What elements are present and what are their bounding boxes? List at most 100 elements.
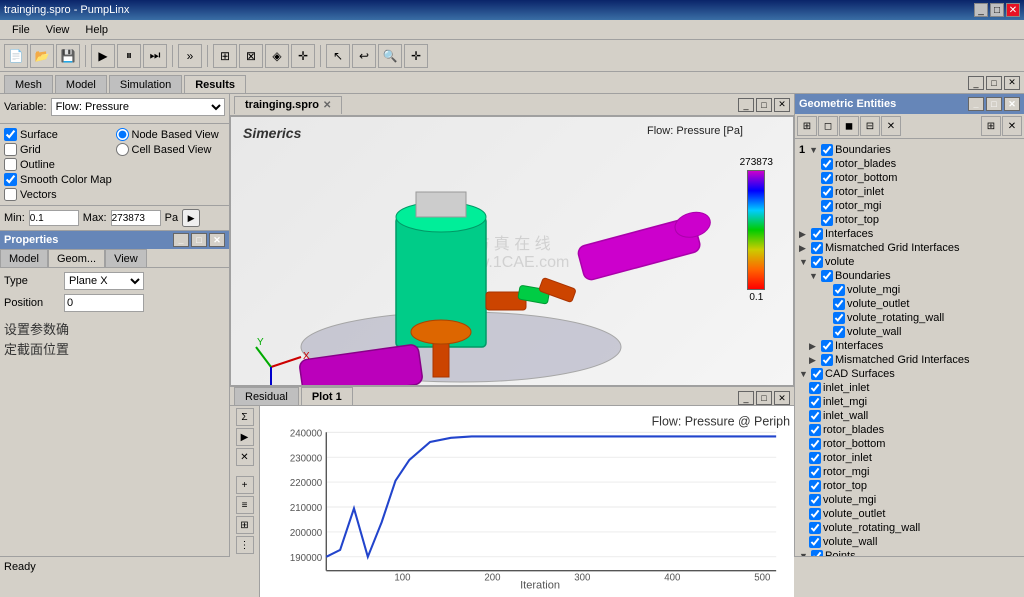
viewport-3d[interactable]: 仿 真 在 线www.1CAE.com Simerics Flow: Press… xyxy=(230,116,794,386)
cb-cad[interactable] xyxy=(811,368,823,380)
rt-btn5[interactable]: ✕ xyxy=(881,116,901,136)
cb-interfaces[interactable] xyxy=(811,228,823,240)
tree-area[interactable]: 1 ▼ Boundaries rotor_blades rotor_bottom… xyxy=(795,139,1024,556)
cb-inlet-mgi[interactable] xyxy=(809,396,821,408)
cb-cad-volute-rotating[interactable] xyxy=(809,522,821,534)
chart-lines[interactable]: ≡ xyxy=(236,496,254,514)
zoom-btn[interactable]: 🔍 xyxy=(378,44,402,68)
bp-min[interactable]: _ xyxy=(738,391,754,405)
rt-btn1[interactable]: ⊞ xyxy=(797,116,817,136)
cb-inlet-wall[interactable] xyxy=(809,410,821,422)
menu-help[interactable]: Help xyxy=(77,22,116,38)
chart-close[interactable]: ✕ xyxy=(236,448,254,466)
chart-opts[interactable]: ⊞ xyxy=(236,516,254,534)
chart-add[interactable]: + xyxy=(236,476,254,494)
open-button[interactable]: 📂 xyxy=(30,44,54,68)
tab-view[interactable]: View xyxy=(105,249,147,267)
cb-cad-volute-mgi[interactable] xyxy=(809,494,821,506)
cb-points[interactable] xyxy=(811,550,823,556)
rt-btn6[interactable]: ⊞ xyxy=(981,116,1001,136)
tab-simulation[interactable]: Simulation xyxy=(109,75,182,93)
cb-outline[interactable] xyxy=(4,158,17,171)
bp-max[interactable]: □ xyxy=(756,391,772,405)
maximize-button[interactable]: □ xyxy=(990,3,1004,17)
cb-mismatched[interactable] xyxy=(811,242,823,254)
tab-plot1[interactable]: Plot 1 xyxy=(301,387,353,405)
bp-close[interactable]: ✕ xyxy=(774,391,790,405)
close-button[interactable]: ✕ xyxy=(1006,3,1020,17)
variable-select[interactable]: Flow: Pressure Flow: Velocity xyxy=(51,98,225,116)
rotate-btn[interactable]: ↩ xyxy=(352,44,376,68)
props-min[interactable]: _ xyxy=(173,233,189,247)
tab-mesh[interactable]: Mesh xyxy=(4,75,53,93)
rt-btn4[interactable]: ⊟ xyxy=(860,116,880,136)
rt-btn2[interactable]: ◻ xyxy=(818,116,838,136)
results-btn[interactable]: ✛ xyxy=(291,44,315,68)
play-button[interactable]: ▶ xyxy=(91,44,115,68)
cb-inlet-inlet[interactable] xyxy=(809,382,821,394)
cb-v-interfaces[interactable] xyxy=(821,340,833,352)
cb-cad-rotor-bottom[interactable] xyxy=(809,438,821,450)
cb-volute-mgi[interactable] xyxy=(833,284,845,296)
center-tab-main[interactable]: trainging.spro ✕ xyxy=(234,96,342,114)
cb-cad-rotor-blades[interactable] xyxy=(809,424,821,436)
cb-boundaries[interactable] xyxy=(821,144,833,156)
cb-v-mismatched[interactable] xyxy=(821,354,833,366)
panel-close[interactable]: ✕ xyxy=(1004,76,1020,90)
run-button[interactable]: ⏭ xyxy=(143,44,167,68)
cb-rotor-blades[interactable] xyxy=(821,158,833,170)
cb-rotor-inlet[interactable] xyxy=(821,186,833,198)
tab-results[interactable]: Results xyxy=(184,75,246,93)
tab-geom[interactable]: Geom... xyxy=(48,249,105,267)
mesh-btn[interactable]: ⊞ xyxy=(213,44,237,68)
sigma-btn[interactable]: Σ xyxy=(236,408,254,426)
panel-restore[interactable]: □ xyxy=(986,76,1002,90)
cb-rotor-top[interactable] xyxy=(821,214,833,226)
props-max[interactable]: □ xyxy=(191,233,207,247)
max-input[interactable] xyxy=(111,210,161,226)
rt-btn3[interactable]: ◼ xyxy=(839,116,859,136)
menu-file[interactable]: File xyxy=(4,22,38,38)
cb-rotor-mgi[interactable] xyxy=(821,200,833,212)
tab-residual[interactable]: Residual xyxy=(234,387,299,405)
radio-cell[interactable] xyxy=(116,143,129,156)
more-button[interactable]: » xyxy=(178,44,202,68)
new-button[interactable]: 📄 xyxy=(4,44,28,68)
cb-volute-boundaries[interactable] xyxy=(821,270,833,282)
cb-rotor-bottom[interactable] xyxy=(821,172,833,184)
cb-cad-rotor-inlet[interactable] xyxy=(809,452,821,464)
vp-close[interactable]: ✕ xyxy=(774,98,790,112)
tab-model[interactable]: Model xyxy=(55,75,107,93)
menu-view[interactable]: View xyxy=(38,22,78,38)
pan-btn[interactable]: ✛ xyxy=(404,44,428,68)
chart-play[interactable]: ▶ xyxy=(236,428,254,446)
minmax-apply[interactable]: ▶ xyxy=(182,209,200,227)
vp-min[interactable]: _ xyxy=(738,98,754,112)
cb-volute[interactable] xyxy=(811,256,823,268)
cursor-btn[interactable]: ↖ xyxy=(326,44,350,68)
cb-surface[interactable] xyxy=(4,128,17,141)
chart-dots[interactable]: ⋮ xyxy=(236,536,254,554)
cb-cad-rotor-mgi[interactable] xyxy=(809,466,821,478)
panel-minimize[interactable]: _ xyxy=(968,76,984,90)
tab-close-icon[interactable]: ✕ xyxy=(323,100,331,111)
min-input[interactable] xyxy=(29,210,79,226)
cb-volute-wall[interactable] xyxy=(833,326,845,338)
stop-button[interactable]: ⏸ xyxy=(117,44,141,68)
cb-cad-rotor-top[interactable] xyxy=(809,480,821,492)
cb-cad-volute-wall[interactable] xyxy=(809,536,821,548)
vp-max[interactable]: □ xyxy=(756,98,772,112)
save-button[interactable]: 💾 xyxy=(56,44,80,68)
titlebar-controls[interactable]: _ □ ✕ xyxy=(974,3,1020,17)
position-input[interactable] xyxy=(64,294,144,312)
rp-close[interactable]: ✕ xyxy=(1004,97,1020,111)
props-close[interactable]: ✕ xyxy=(209,233,225,247)
cb-smooth[interactable] xyxy=(4,173,17,186)
rp-max[interactable]: □ xyxy=(986,97,1002,111)
sim-btn[interactable]: ◈ xyxy=(265,44,289,68)
rt-btn7[interactable]: ✕ xyxy=(1002,116,1022,136)
minimize-button[interactable]: _ xyxy=(974,3,988,17)
type-select[interactable]: Plane X Plane Y Plane Z xyxy=(64,272,144,290)
model-btn[interactable]: ⊠ xyxy=(239,44,263,68)
cb-vectors[interactable] xyxy=(4,188,17,201)
